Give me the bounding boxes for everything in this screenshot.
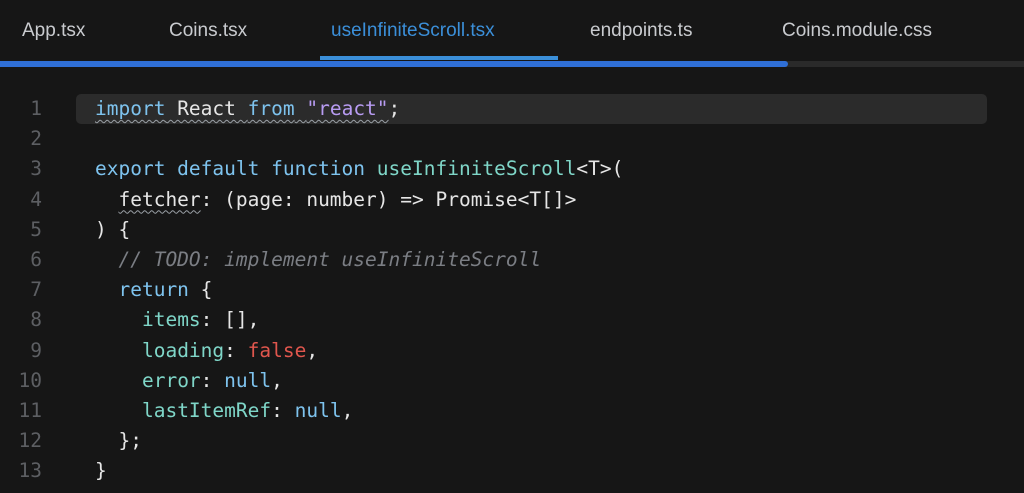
code-text[interactable]: items: [], <box>95 305 259 335</box>
line-number: 7 <box>30 278 42 302</box>
code-text[interactable]: return { <box>95 275 212 305</box>
line-number: 11 <box>18 399 42 422</box>
code-line[interactable]: 12 }; <box>0 426 1024 456</box>
code-line[interactable]: 7 return { <box>0 275 1024 305</box>
code-line[interactable]: 8 items: [], <box>0 305 1024 335</box>
line-number: 9 <box>30 338 42 362</box>
code-token: items <box>141 308 201 332</box>
code-token: : <box>200 368 225 392</box>
line-number: 12 <box>18 429 42 453</box>
code-token: <T>( <box>576 157 624 181</box>
code-token: { <box>188 278 213 302</box>
code-token: : <box>271 399 295 422</box>
code-text[interactable]: loading: false, <box>95 336 318 366</box>
code-token: lastItemRef <box>141 399 272 422</box>
line-number: 6 <box>30 248 42 271</box>
code-line[interactable]: 11 lastItemRef: null, <box>0 396 1024 426</box>
line-number: 13 <box>18 459 42 483</box>
code-token: }; <box>118 429 142 453</box>
code-token: error <box>141 368 201 392</box>
code-token: // TODO: implement useInfiniteScroll <box>118 248 542 271</box>
code-token: return <box>118 278 189 302</box>
line-number: 1 <box>30 97 42 120</box>
tab-app-tsx[interactable]: App.tsx <box>22 0 85 62</box>
line-number: 8 <box>30 308 42 332</box>
code-line[interactable]: 1 import React from "react"; <box>0 94 1024 124</box>
code-text[interactable]: fetcher: (page: number) => Promise<T[]> <box>95 185 576 215</box>
code-text[interactable]: import React from "react"; <box>95 94 400 124</box>
code-token: import <box>95 97 166 120</box>
code-token: : [], <box>200 308 260 332</box>
code-token: null <box>224 368 272 392</box>
code-text[interactable]: } <box>95 456 107 486</box>
code-line[interactable]: 13} <box>0 456 1024 486</box>
code-text[interactable]: export default function useInfiniteScrol… <box>95 154 623 184</box>
code-token: loading <box>141 338 225 362</box>
code-text[interactable]: lastItemRef: null, <box>95 396 353 426</box>
code-line[interactable]: 4 fetcher: (page: number) => Promise<T[]… <box>0 185 1024 215</box>
line-number: 3 <box>30 157 42 181</box>
code-token: ) { <box>95 217 131 241</box>
code-token: , <box>306 338 319 362</box>
line-number: 5 <box>30 217 42 241</box>
code-token: from <box>247 97 295 120</box>
tab-scroll-thumb[interactable] <box>0 61 789 67</box>
line-number: 2 <box>30 127 42 151</box>
tab-coins-tsx[interactable]: Coins.tsx <box>169 0 247 62</box>
tab-coins-module-css[interactable]: Coins.module.css <box>782 0 932 62</box>
code-token: "react" <box>306 97 389 120</box>
active-tab-indicator <box>320 56 558 60</box>
tab-bar: App.tsx Coins.tsx useInfiniteScroll.tsx … <box>0 0 1024 62</box>
tab-use-infinite-scroll-tsx[interactable]: useInfiniteScroll.tsx <box>331 0 495 62</box>
code-text[interactable]: // TODO: implement useInfiniteScroll <box>95 245 541 275</box>
code-line[interactable]: 5 ) { <box>0 215 1024 245</box>
code-token: , <box>271 368 283 392</box>
tab-endpoints-ts[interactable]: endpoints.ts <box>590 0 692 62</box>
code-token: React <box>165 97 248 120</box>
code-token: export default function <box>95 157 377 181</box>
code-token: : <box>224 338 248 362</box>
line-number: 4 <box>30 187 42 211</box>
code-editor[interactable]: 1 import React from "react"; 2 3 export defa… <box>0 80 1024 493</box>
code-token: , <box>341 399 354 422</box>
code-text[interactable]: error: null, <box>95 366 283 396</box>
line-number: 10 <box>18 368 42 392</box>
code-token: : (page: number) => Promise<T[]> <box>200 187 577 211</box>
code-line[interactable]: 9 loading: false, <box>0 336 1024 366</box>
code-token: null <box>294 399 342 422</box>
code-line[interactable]: 10 error: null, <box>0 366 1024 396</box>
tab-scroll-bar[interactable] <box>0 61 1024 67</box>
code-token: useInfiniteScroll <box>376 157 577 181</box>
code-token: false <box>247 338 307 362</box>
code-line[interactable]: 6 // TODO: implement useInfiniteScroll <box>0 245 1024 275</box>
code-token: ; <box>388 97 401 120</box>
code-line[interactable]: 2 <box>0 124 1024 154</box>
code-token: fetcher <box>118 187 201 211</box>
code-line[interactable]: 3 export default function useInfiniteScro… <box>0 154 1024 184</box>
code-token: } <box>95 459 107 483</box>
code-text[interactable]: }; <box>95 426 142 456</box>
code-text[interactable]: ) { <box>95 215 130 245</box>
